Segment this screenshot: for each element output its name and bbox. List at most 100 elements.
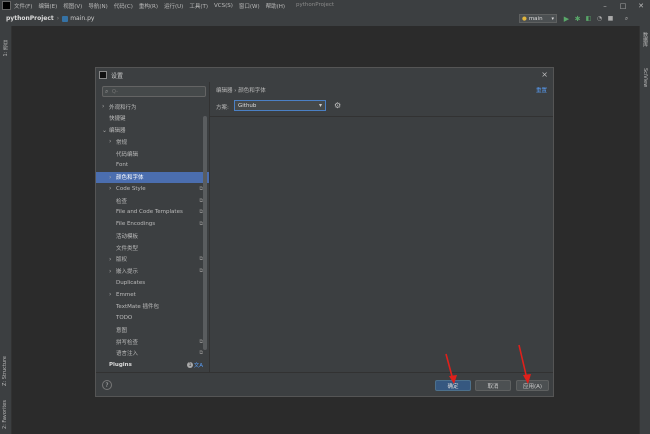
settings-tree-item[interactable]: 快捷键 bbox=[96, 113, 209, 124]
chevron-down-icon: ▾ bbox=[318, 102, 322, 109]
settings-tree-item[interactable]: File Encodings ⧉ bbox=[96, 219, 209, 230]
database-tool-tab[interactable]: 数据库 bbox=[642, 32, 649, 47]
settings-tree-item[interactable]: Duplicates bbox=[96, 277, 209, 288]
settings-tree-item-label: 外观和行为 bbox=[109, 104, 137, 111]
settings-tree: ⌕ Q- › 外观和行为 快捷键 ⌄ 编辑器 › 常规 代码编辑 Font › 颜色和字体 › Code… bbox=[96, 82, 209, 372]
gear-icon[interactable]: ⚙ bbox=[334, 101, 341, 110]
chevron-right-icon[interactable]: › bbox=[102, 103, 104, 110]
menu-view[interactable]: 视图(V) bbox=[63, 2, 82, 10]
profile-icon[interactable]: ◔ bbox=[595, 14, 604, 23]
settings-tree-item[interactable]: TextMate 插件包 bbox=[96, 301, 209, 312]
settings-tree-item[interactable]: 活动模板 bbox=[96, 230, 209, 241]
chevron-right-icon[interactable]: › bbox=[109, 268, 111, 275]
maximize-icon[interactable]: □ bbox=[614, 0, 632, 11]
scheme-select[interactable]: Github ▾ bbox=[234, 100, 326, 111]
settings-tree-item-label: 语言注入 bbox=[116, 351, 139, 358]
menu-code[interactable]: 代码(C) bbox=[114, 2, 133, 10]
close-icon[interactable]: × bbox=[541, 70, 548, 79]
project-tool-tab[interactable]: 1: 项目 bbox=[2, 40, 9, 56]
search-everywhere-icon[interactable]: ⌕ bbox=[622, 14, 631, 23]
chevron-right-icon[interactable]: › bbox=[109, 291, 111, 298]
settings-tree-item[interactable]: › Code Style ⧉ bbox=[96, 183, 209, 194]
settings-tree-item-label: 版权 bbox=[116, 257, 128, 264]
settings-tree-item[interactable]: › 颜色和字体 bbox=[96, 171, 209, 183]
chevron-right-icon[interactable]: › bbox=[109, 174, 111, 181]
menu-tools[interactable]: 工具(T) bbox=[189, 2, 208, 10]
chevron-down-icon[interactable]: ⌄ bbox=[102, 127, 107, 134]
chevron-right-icon[interactable]: › bbox=[109, 185, 111, 192]
help-button[interactable]: ? bbox=[102, 380, 112, 390]
project-crumb[interactable]: pythonProject bbox=[6, 15, 54, 22]
chevron-right-icon[interactable]: › bbox=[109, 256, 111, 263]
dialog-title: 设置 bbox=[111, 72, 124, 80]
settings-tree-item[interactable]: › 版权 ⧉ bbox=[96, 254, 209, 265]
left-tool-strip: 1: 项目 Z: Structure 2: Favorites bbox=[0, 26, 12, 434]
favorites-tool-tab[interactable]: 2: Favorites bbox=[2, 400, 8, 429]
file-crumb[interactable]: main.py bbox=[62, 15, 94, 22]
settings-tree-item[interactable]: › 嵌入提示 ⧉ bbox=[96, 266, 209, 277]
cancel-button[interactable]: 取消 bbox=[475, 380, 511, 391]
settings-tree-scrollbar[interactable] bbox=[203, 116, 207, 350]
settings-tree-item[interactable]: 意图 bbox=[96, 324, 209, 335]
menu-window[interactable]: 窗口(W) bbox=[239, 2, 260, 10]
settings-tree-item[interactable]: 文件类型 bbox=[96, 242, 209, 253]
chevron-right-icon[interactable]: › bbox=[109, 138, 111, 145]
reset-link[interactable]: 重置 bbox=[536, 86, 547, 94]
menu-bar: 文件(F) 编辑(E) 视图(V) 导航(N) 代码(C) 重构(R) 运行(U… bbox=[0, 0, 650, 11]
settings-tree-item[interactable]: Font bbox=[96, 160, 209, 171]
menu-edit[interactable]: 编辑(E) bbox=[38, 2, 57, 10]
settings-tree-item[interactable]: › 外观和行为 bbox=[96, 101, 209, 112]
settings-tree-item-label: Duplicates bbox=[116, 279, 146, 286]
dialog-title-bar: 设置 bbox=[96, 68, 553, 82]
menu-help[interactable]: 帮助(H) bbox=[266, 2, 285, 10]
settings-tree-item-label: 编辑器 bbox=[109, 128, 126, 134]
stop-icon[interactable]: ■ bbox=[606, 14, 615, 23]
menu-navigate[interactable]: 导航(N) bbox=[88, 2, 107, 10]
settings-tree-item-label: TextMate 插件包 bbox=[116, 304, 160, 311]
pycharm-logo-icon bbox=[2, 1, 11, 10]
close-window-icon[interactable]: ✕ bbox=[632, 0, 650, 11]
run-icon[interactable]: ▶ bbox=[562, 14, 571, 23]
settings-tree-item-label: Font bbox=[116, 162, 128, 169]
structure-tool-tab[interactable]: Z: Structure bbox=[2, 356, 8, 386]
run-config-label: main bbox=[528, 15, 543, 22]
settings-tree-item-label: File and Code Templates bbox=[116, 209, 183, 216]
menu-run[interactable]: 运行(U) bbox=[164, 2, 183, 10]
settings-tree-item-label: 拼写检查 bbox=[116, 339, 139, 346]
settings-tree-item-label: Plugins bbox=[109, 362, 132, 368]
translate-icon: 文A bbox=[193, 363, 203, 369]
settings-tree-item[interactable]: Plugins 1 文A bbox=[96, 360, 209, 371]
coverage-icon[interactable]: ◧ bbox=[584, 14, 593, 23]
settings-tree-item-label: 检查 bbox=[116, 198, 128, 205]
minimize-icon[interactable]: – bbox=[596, 0, 614, 11]
settings-tree-item[interactable]: TODO bbox=[96, 313, 209, 324]
settings-search-input[interactable]: ⌕ Q- bbox=[102, 86, 206, 97]
sciview-tool-tab[interactable]: SciView bbox=[642, 68, 648, 87]
settings-tree-item-label: 嵌入提示 bbox=[116, 269, 139, 275]
pycharm-logo-icon bbox=[99, 71, 107, 79]
search-icon: ⌕ bbox=[105, 88, 109, 95]
project-scope-icon: ⧉ bbox=[199, 350, 203, 357]
settings-tree-item-label: TODO bbox=[116, 315, 133, 321]
menu-vcs[interactable]: VCS(S) bbox=[214, 3, 233, 9]
search-placeholder: Q- bbox=[112, 89, 118, 95]
settings-tree-item-label: 意图 bbox=[116, 327, 128, 334]
crumb-separator: › bbox=[56, 15, 60, 22]
settings-tree-item[interactable]: › Emmet bbox=[96, 289, 209, 300]
annotation-arrow-icon bbox=[445, 353, 457, 384]
dialog-footer: ? 确定 取消 应用(A) bbox=[96, 372, 553, 396]
settings-tree-item[interactable]: 语言注入 ⧉ bbox=[96, 348, 209, 359]
settings-breadcrumb: 编辑器 › 颜色和字体 bbox=[216, 88, 266, 94]
settings-tree-item-label: Code Style bbox=[116, 185, 146, 192]
debug-icon[interactable]: ✱ bbox=[573, 14, 582, 23]
menu-file[interactable]: 文件(F) bbox=[14, 2, 32, 10]
menu-refactor[interactable]: 重构(R) bbox=[139, 2, 158, 10]
settings-tree-item[interactable]: 检查 ⧉ bbox=[96, 195, 209, 206]
run-configuration-select[interactable]: ● main ▾ bbox=[519, 14, 557, 23]
window-title: pythonProject bbox=[296, 2, 335, 8]
settings-tree-item[interactable]: › 常规 bbox=[96, 136, 209, 147]
settings-tree-item[interactable]: 代码编辑 bbox=[96, 148, 209, 159]
settings-tree-item[interactable]: ⌄ 编辑器 bbox=[96, 125, 209, 136]
settings-tree-item[interactable]: File and Code Templates ⧉ bbox=[96, 207, 209, 218]
settings-tree-item[interactable]: 拼写检查 ⧉ bbox=[96, 336, 209, 347]
